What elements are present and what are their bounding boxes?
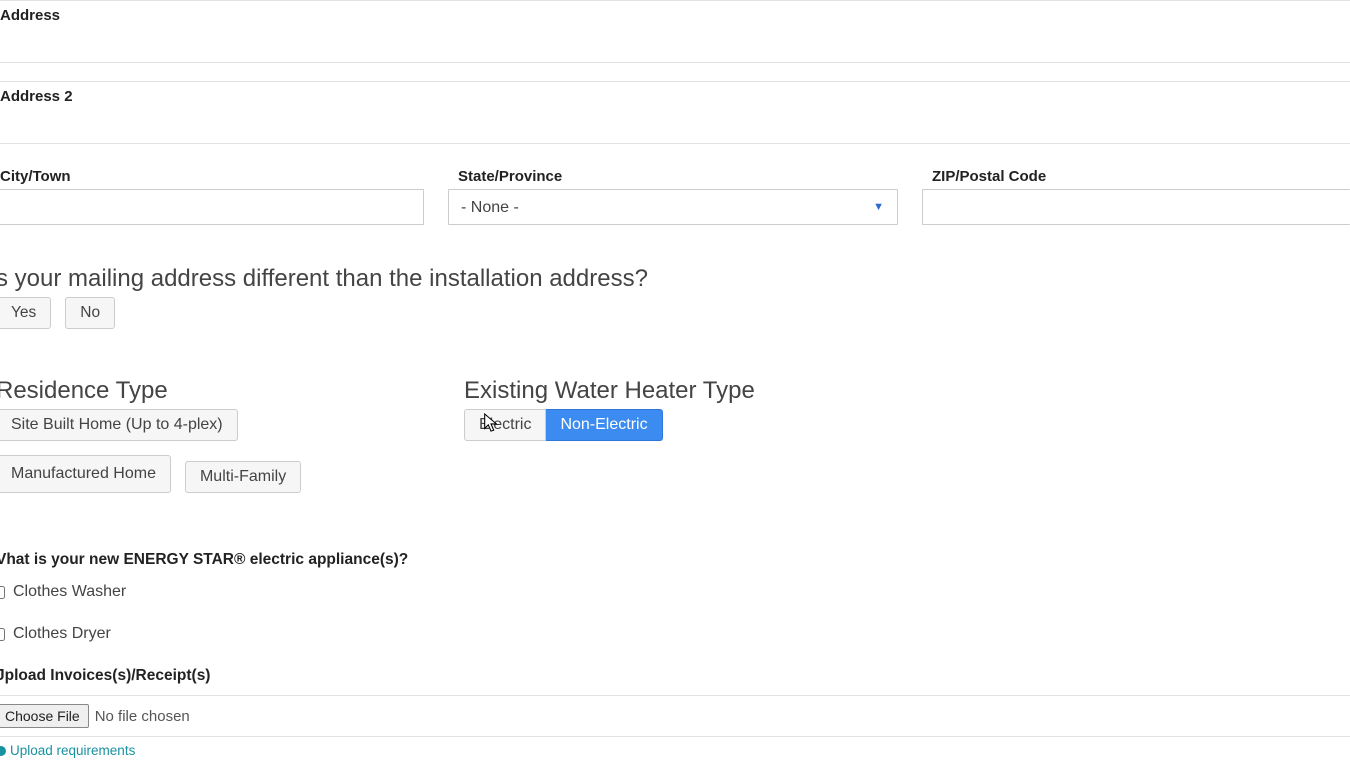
water-heater-heading: Existing Water Heater Type <box>464 377 1350 405</box>
upload-requirements-label: Upload requirements <box>10 743 135 758</box>
residence-manufactured-button[interactable]: Manufactured Home <box>0 455 171 493</box>
choose-file-button[interactable]: Choose File <box>0 704 89 728</box>
residence-type-heading: Residence Type <box>0 377 440 405</box>
file-status-text: No file chosen <box>95 708 190 725</box>
zip-label: ZIP/Postal Code <box>922 162 1350 189</box>
upload-heading: Jpload Invoices(s)/Receipt(s) <box>0 667 1350 685</box>
zip-input[interactable] <box>922 189 1350 225</box>
residence-multifamily-button[interactable]: Multi-Family <box>185 461 301 493</box>
mailing-question-heading: s your mailing address different than th… <box>0 265 1350 293</box>
address2-input[interactable] <box>0 109 1350 143</box>
address-input[interactable] <box>0 28 1350 62</box>
appliance-clothes-washer-row[interactable]: Clothes Washer <box>0 583 1350 601</box>
mailing-no-button[interactable]: No <box>65 297 115 329</box>
mailing-yes-button[interactable]: Yes <box>0 297 51 329</box>
address2-label: Address 2 <box>0 82 1350 109</box>
appliance-clothes-dryer-label: Clothes Dryer <box>13 625 111 643</box>
appliance-heading: Vhat is your new ENERGY STAR® electric a… <box>0 551 1350 569</box>
info-icon <box>0 746 6 756</box>
appliance-clothes-dryer-row[interactable]: Clothes Dryer <box>0 625 1350 643</box>
city-input[interactable] <box>0 189 424 225</box>
residence-site-built-button[interactable]: Site Built Home (Up to 4-plex) <box>0 409 238 441</box>
state-label: State/Province <box>448 162 898 189</box>
water-heater-non-electric-button[interactable]: Non-Electric <box>546 409 662 441</box>
upload-requirements-link[interactable]: Upload requirements <box>0 743 135 758</box>
address-label: Address <box>0 1 1350 28</box>
appliance-clothes-dryer-checkbox[interactable] <box>0 628 5 641</box>
city-label: City/Town <box>0 162 424 189</box>
appliance-clothes-washer-label: Clothes Washer <box>13 583 126 601</box>
state-select[interactable]: - None - <box>448 189 898 225</box>
appliance-clothes-washer-checkbox[interactable] <box>0 586 5 599</box>
water-heater-electric-button[interactable]: Electric <box>464 409 546 441</box>
